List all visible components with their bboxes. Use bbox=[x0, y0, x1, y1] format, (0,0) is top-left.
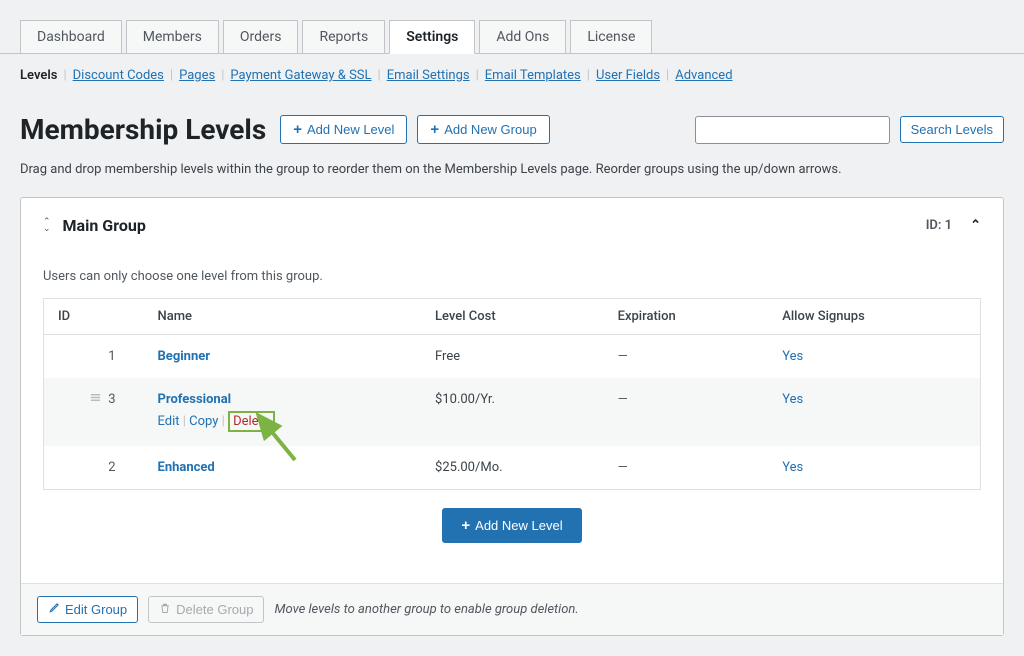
delete-group-label: Delete Group bbox=[176, 602, 253, 617]
edit-group-label: Edit Group bbox=[65, 602, 127, 617]
tab-add-ons[interactable]: Add Ons bbox=[479, 20, 566, 53]
plus-icon: + bbox=[293, 122, 302, 137]
tab-license[interactable]: License bbox=[570, 20, 652, 53]
copy-action[interactable]: Copy bbox=[189, 414, 218, 429]
delete-action[interactable]: Delete bbox=[233, 414, 270, 429]
cell-cost: $10.00/Yr. bbox=[421, 378, 604, 446]
tab-settings[interactable]: Settings bbox=[389, 20, 475, 54]
levels-table: ID Name Level Cost Expiration Allow Sign… bbox=[43, 298, 981, 490]
footer-note: Move levels to another group to enable g… bbox=[274, 602, 578, 617]
drag-handle-icon[interactable] bbox=[90, 392, 101, 407]
allow-signups-link[interactable]: Yes bbox=[782, 349, 803, 364]
cell-expiration: — bbox=[604, 378, 769, 446]
page-title: Membership Levels bbox=[20, 113, 266, 146]
page-description: Drag and drop membership levels within t… bbox=[20, 162, 1004, 177]
subnav-levels[interactable]: Levels bbox=[20, 68, 57, 83]
col-header-cost: Level Cost bbox=[421, 299, 604, 335]
search-input[interactable] bbox=[695, 116, 890, 144]
plus-icon: + bbox=[430, 122, 439, 137]
trash-icon bbox=[159, 602, 171, 617]
allow-signups-link[interactable]: Yes bbox=[782, 460, 803, 475]
add-new-level-button[interactable]: + Add New Level bbox=[280, 115, 407, 144]
add-new-level-bottom-button[interactable]: + Add New Level bbox=[442, 508, 581, 543]
col-header-signups: Allow Signups bbox=[768, 299, 980, 335]
subnav-email-settings[interactable]: Email Settings bbox=[387, 68, 470, 83]
subnav-email-templates[interactable]: Email Templates bbox=[485, 68, 581, 83]
edit-group-button[interactable]: Edit Group bbox=[37, 596, 138, 623]
table-row: 2 Enhanced $25.00/Mo. — Yes bbox=[44, 446, 981, 490]
allow-signups-link[interactable]: Yes bbox=[782, 392, 803, 407]
subnav-payment-gateway[interactable]: Payment Gateway & SSL bbox=[230, 68, 371, 83]
group-footer: Edit Group Delete Group Move levels to a… bbox=[21, 583, 1003, 635]
page-header-row: Membership Levels + Add New Level + Add … bbox=[20, 113, 1004, 146]
pencil-icon bbox=[48, 602, 60, 617]
group-id: ID: 1 bbox=[926, 218, 952, 233]
add-new-level-label: Add New Level bbox=[307, 122, 394, 137]
primary-tabs: Dashboard Members Orders Reports Setting… bbox=[0, 0, 1024, 54]
cell-expiration: — bbox=[604, 446, 769, 490]
tab-orders[interactable]: Orders bbox=[223, 20, 299, 53]
cell-id: 1 bbox=[44, 335, 144, 379]
col-header-id: ID bbox=[44, 299, 144, 335]
chevron-down-icon: ⌄ bbox=[43, 226, 51, 232]
col-header-name: Name bbox=[144, 299, 422, 335]
col-header-expiration: Expiration bbox=[604, 299, 769, 335]
collapse-group-icon[interactable]: ⌃ bbox=[970, 218, 981, 233]
cell-cost: Free bbox=[421, 335, 604, 379]
delete-group-button: Delete Group bbox=[148, 596, 264, 623]
level-name-link[interactable]: Beginner bbox=[158, 349, 211, 364]
settings-subnav: Levels| Discount Codes| Pages| Payment G… bbox=[20, 54, 1004, 97]
plus-icon: + bbox=[461, 518, 470, 533]
table-row: 3 Professional Edit | Copy | Delete bbox=[44, 378, 981, 446]
group-main: ⌃ ⌄ Main Group ID: 1 ⌃ Users can only ch… bbox=[20, 197, 1004, 636]
edit-action[interactable]: Edit bbox=[158, 414, 180, 429]
delete-highlight: Delete bbox=[228, 411, 275, 432]
add-new-level-bottom-label: Add New Level bbox=[475, 518, 562, 533]
group-header: ⌃ ⌄ Main Group ID: 1 ⌃ bbox=[21, 198, 1003, 253]
tab-members[interactable]: Members bbox=[126, 20, 219, 53]
cell-id: 2 bbox=[44, 446, 144, 490]
row-actions: Edit | Copy | Delete bbox=[158, 411, 408, 432]
table-row: 1 Beginner Free — Yes bbox=[44, 335, 981, 379]
search-levels-button[interactable]: Search Levels bbox=[900, 116, 1004, 143]
level-name-link[interactable]: Enhanced bbox=[158, 460, 215, 475]
add-new-group-button[interactable]: + Add New Group bbox=[417, 115, 549, 144]
group-note: Users can only choose one level from thi… bbox=[43, 269, 981, 284]
cell-expiration: — bbox=[604, 335, 769, 379]
subnav-advanced[interactable]: Advanced bbox=[675, 68, 732, 83]
level-name-link[interactable]: Professional bbox=[158, 392, 232, 407]
subnav-pages[interactable]: Pages bbox=[179, 68, 215, 83]
tab-dashboard[interactable]: Dashboard bbox=[20, 20, 122, 53]
cell-cost: $25.00/Mo. bbox=[421, 446, 604, 490]
tab-reports[interactable]: Reports bbox=[302, 20, 385, 53]
subnav-discount-codes[interactable]: Discount Codes bbox=[73, 68, 164, 83]
group-title: Main Group bbox=[63, 216, 146, 235]
cell-id: 3 bbox=[44, 378, 144, 446]
subnav-user-fields[interactable]: User Fields bbox=[596, 68, 660, 83]
add-new-group-label: Add New Group bbox=[444, 122, 537, 137]
group-sort-handle[interactable]: ⌃ ⌄ bbox=[43, 219, 51, 233]
